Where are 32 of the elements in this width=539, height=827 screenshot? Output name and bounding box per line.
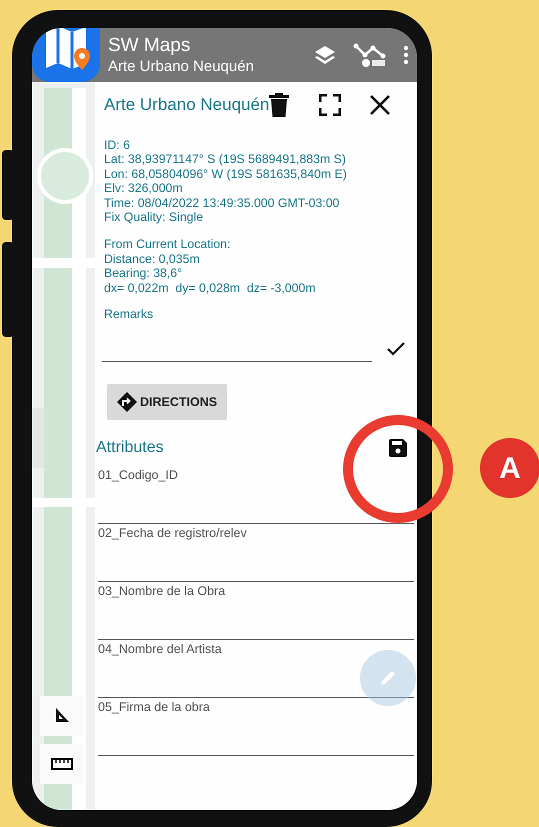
- location-line: From Current Location:: [104, 237, 232, 252]
- attribute-field[interactable]: 02_Fecha de registro/relev: [98, 524, 414, 582]
- location-line: Distance: 0,035m: [104, 252, 201, 266]
- layers-icon[interactable]: [313, 43, 337, 67]
- confirm-check-icon[interactable]: [387, 342, 405, 356]
- remarks-label: Remarks: [104, 307, 154, 322]
- directions-icon: [117, 392, 137, 412]
- info-line: Lat: 38,93971147° S (19S 5689491,883m S): [104, 152, 347, 167]
- delete-icon[interactable]: [269, 92, 290, 117]
- close-icon[interactable]: [369, 94, 392, 116]
- more-menu-icon[interactable]: [403, 45, 409, 65]
- annotation-marker: A: [480, 438, 539, 498]
- location-line: Bearing: 38,6°: [104, 266, 184, 281]
- info-line: Elv: 326,000m: [104, 181, 184, 196]
- app-subtitle: Arte Urbano Neuquén: [108, 56, 255, 76]
- info-line: ID: 6: [104, 138, 131, 152]
- feature-title: Arte Urbano Neuquén: [104, 94, 270, 116]
- app-logo-icon: [32, 28, 100, 82]
- attribute-field[interactable]: 03_Nombre de la Obra: [98, 582, 414, 640]
- attributes-heading: Attributes: [96, 438, 164, 458]
- attribute-field[interactable]: 05_Firma de la obra: [98, 698, 414, 756]
- info-line: Lon: 68,05804096° W (19S 581635,840m E): [104, 166, 348, 182]
- attribute-field[interactable]: 01_Codigo_ID: [98, 466, 414, 524]
- pencil-icon: [379, 669, 397, 687]
- save-icon[interactable]: [389, 439, 407, 458]
- location-line: dx= 0,022m dy= 0,028m dz= -3,000m: [104, 280, 317, 296]
- app-title: SW Maps: [108, 34, 192, 56]
- info-line: Time: 08/04/2022 13:49:35.000 GMT-03:00: [104, 196, 340, 210]
- record-track-icon[interactable]: [353, 42, 387, 68]
- info-line: Fix Quality: Single: [104, 210, 204, 226]
- fullscreen-icon[interactable]: [319, 94, 342, 116]
- directions-button[interactable]: DIRECTIONS: [107, 384, 228, 420]
